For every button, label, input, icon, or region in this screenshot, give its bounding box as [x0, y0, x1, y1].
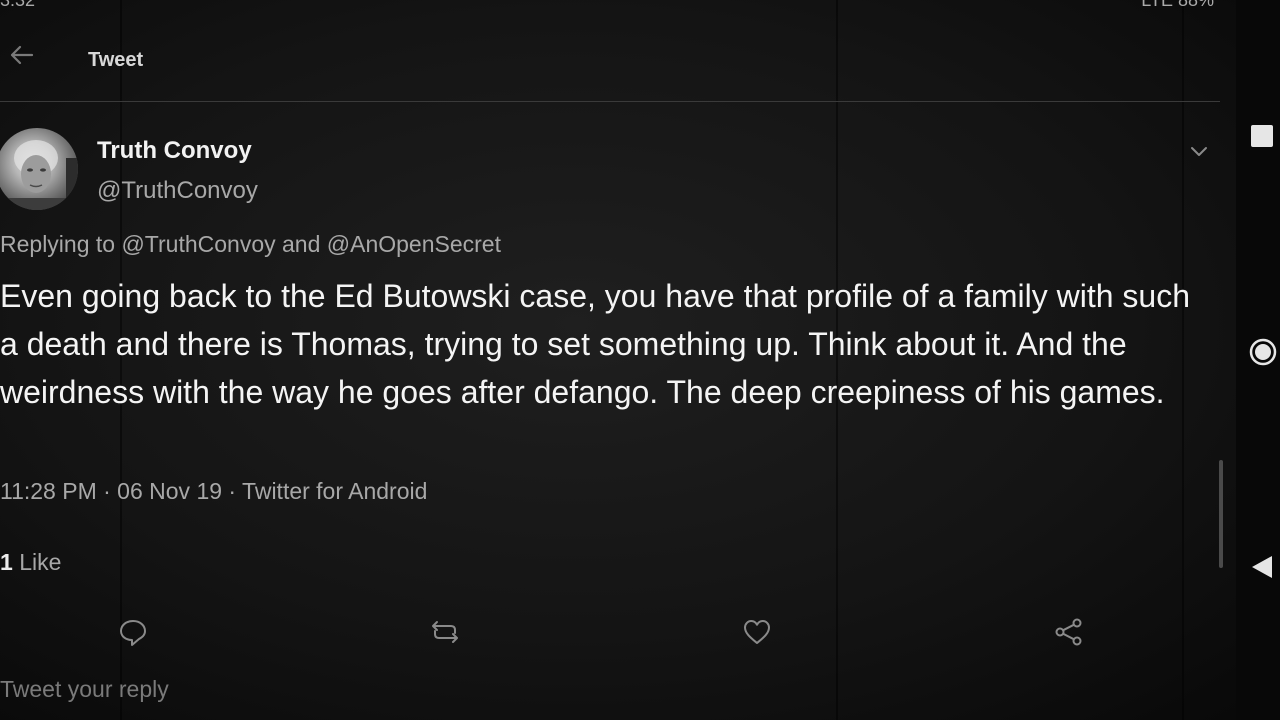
- action-bar: [0, 612, 1220, 652]
- back-triangle-icon[interactable]: [1250, 554, 1276, 580]
- arrow-left-icon[interactable]: [6, 40, 36, 70]
- likes-summary[interactable]: 1 Like: [0, 549, 61, 576]
- tweet-text: Even going back to the Ed Butowski case,…: [0, 278, 1190, 410]
- status-time: 3:32: [0, 0, 36, 10]
- scrollbar-thumb[interactable]: [1219, 460, 1223, 568]
- tweet-timestamp: 11:28 PM · 06 Nov 19 · Twitter for Andro…: [0, 478, 428, 504]
- status-bar: 3:32 LTE 88%: [0, 0, 1280, 12]
- avatar[interactable]: [0, 128, 78, 210]
- chevron-down-icon[interactable]: [1186, 140, 1212, 162]
- author-name[interactable]: Truth Convoy: [97, 137, 252, 165]
- comment-icon[interactable]: [117, 616, 149, 648]
- page-title: Tweet: [88, 49, 144, 71]
- likes-label: Like: [19, 549, 62, 575]
- home-button-icon[interactable]: [1248, 337, 1278, 367]
- author-handle[interactable]: @TruthConvoy: [97, 177, 258, 205]
- replying-to[interactable]: Replying to @TruthConvoy and @AnOpenSecr…: [0, 231, 501, 258]
- reply-input[interactable]: [0, 676, 700, 703]
- retweet-icon[interactable]: [429, 616, 461, 648]
- likes-count: 1: [0, 549, 13, 575]
- share-icon[interactable]: [1053, 616, 1085, 648]
- recents-button[interactable]: [1251, 125, 1273, 147]
- header-divider: [0, 101, 1220, 102]
- top-app-bar: Tweet: [0, 30, 1220, 100]
- heart-icon[interactable]: [741, 616, 773, 648]
- status-indicators: LTE 88%: [1141, 0, 1214, 10]
